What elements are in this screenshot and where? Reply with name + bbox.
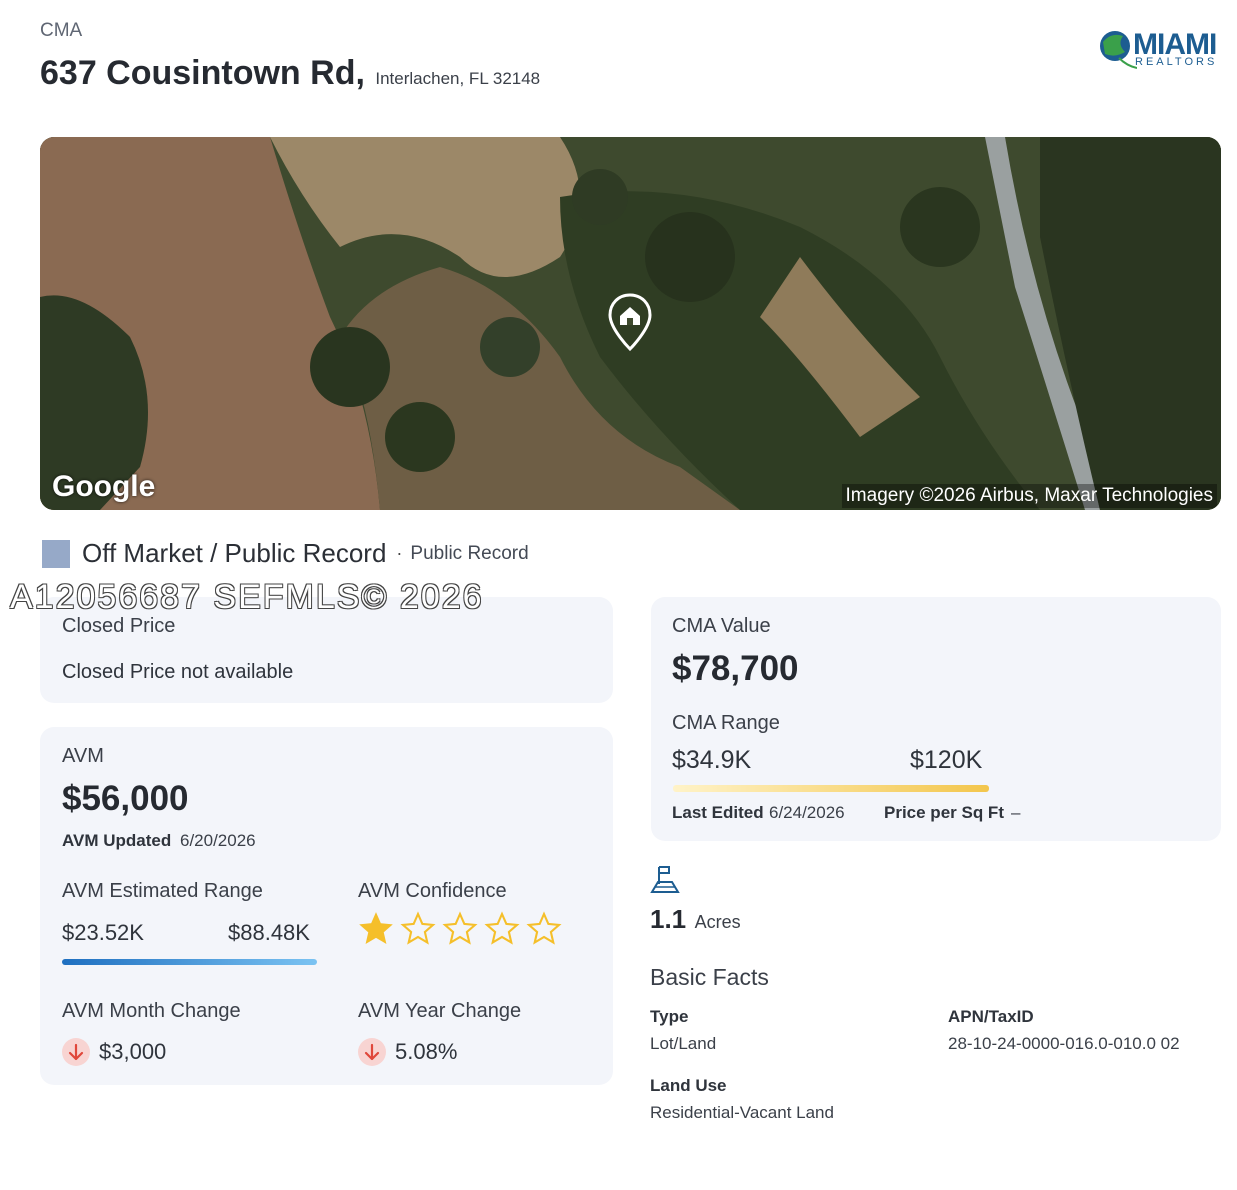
- home-pin-icon[interactable]: [606, 293, 654, 353]
- cma-value: $78,700: [672, 649, 799, 688]
- status-sub-text: Public Record: [410, 542, 529, 564]
- avm-updated-label: AVM Updated: [62, 831, 172, 850]
- cma-value-card: CMA Value $78,700 CMA Range $34.9K $120K…: [651, 597, 1221, 841]
- price-per-sqft-label: Price per Sq Ft: [884, 803, 1004, 822]
- type-value: Lot/Land: [650, 1034, 717, 1053]
- page-title: 637 Cousintown Rd, Interlachen, FL 32148: [40, 54, 540, 93]
- logo-subtext: REALTORS: [1135, 56, 1218, 68]
- page-type-label: CMA: [40, 20, 83, 41]
- closed-price-value: Closed Price not available: [62, 661, 294, 683]
- cma-range-high: $120K: [910, 746, 983, 774]
- map-attribution: Imagery ©2026 Airbus, Maxar Technologies: [841, 484, 1217, 508]
- star-filled-icon: [359, 912, 393, 945]
- lot-acres-unit: Acres: [694, 912, 741, 932]
- avm-value: $56,000: [62, 779, 189, 818]
- land-use-value: Residential-Vacant Land: [650, 1103, 834, 1122]
- avm-updated-date: 6/20/2026: [180, 831, 256, 850]
- globe-icon: [1100, 31, 1137, 69]
- status-separator: ·: [396, 543, 403, 563]
- avm-label: AVM: [62, 745, 104, 767]
- avm-range-label: AVM Estimated Range: [62, 880, 263, 902]
- cma-range-bar: [673, 785, 989, 792]
- avm-month-change-label: AVM Month Change: [62, 1000, 241, 1022]
- mls-watermark: A12056687 SEFMLS© 2026: [10, 578, 484, 616]
- avm-confidence-stars: [358, 911, 562, 947]
- status-main-text: Off Market / Public Record: [82, 538, 387, 568]
- star-empty-icon: [484, 911, 520, 945]
- satellite-map[interactable]: Google Imagery ©2026 Airbus, Maxar Techn…: [40, 137, 1221, 510]
- last-edited-label: Last Edited: [672, 803, 764, 822]
- star-empty-icon: [442, 911, 478, 945]
- city-state-zip: Interlachen, FL 32148: [375, 69, 541, 88]
- basic-facts-title: Basic Facts: [650, 964, 769, 990]
- avm-month-change-value: $3,000: [99, 1039, 167, 1064]
- last-edited-date: 6/24/2026: [769, 803, 845, 822]
- lot-acres-value: 1.1: [650, 904, 687, 934]
- avm-card: AVM $56,000 AVM Updated 6/20/2026 AVM Es…: [40, 727, 613, 1085]
- avm-range-high: $88.48K: [228, 920, 310, 945]
- miami-realtors-logo: MIAMI REALTORS: [1097, 26, 1221, 80]
- star-empty-icon: [526, 911, 562, 945]
- closed-price-label: Closed Price: [62, 615, 176, 637]
- status-color-swatch: [42, 539, 70, 568]
- land-use-label: Land Use: [650, 1076, 727, 1095]
- type-label: Type: [650, 1007, 689, 1026]
- cma-value-label: CMA Value: [672, 615, 771, 637]
- avm-confidence-label: AVM Confidence: [358, 880, 507, 902]
- avm-year-change-label: AVM Year Change: [358, 1000, 522, 1022]
- avm-range-bar: [62, 959, 317, 965]
- google-logo: Google: [52, 470, 156, 503]
- price-per-sqft-value: –: [1011, 803, 1021, 822]
- listing-status: Off Market / Public Record · Public Reco…: [42, 538, 529, 569]
- street-address: 637 Cousintown Rd,: [40, 54, 365, 92]
- land-flag-icon: [650, 866, 680, 893]
- cma-range-label: CMA Range: [672, 712, 780, 734]
- avm-year-change-value: 5.08%: [395, 1039, 458, 1064]
- apn-label: APN/TaxID: [948, 1007, 1034, 1026]
- apn-value: 28-10-24-0000-016.0-010.0 02: [948, 1034, 1180, 1053]
- lot-size: 1.1 Acres: [650, 904, 741, 935]
- avm-range-low: $23.52K: [62, 920, 144, 945]
- star-empty-icon: [400, 911, 436, 945]
- cma-range-low: $34.9K: [672, 746, 752, 774]
- arrow-down-icon: [358, 1038, 386, 1066]
- arrow-down-icon: [62, 1038, 90, 1066]
